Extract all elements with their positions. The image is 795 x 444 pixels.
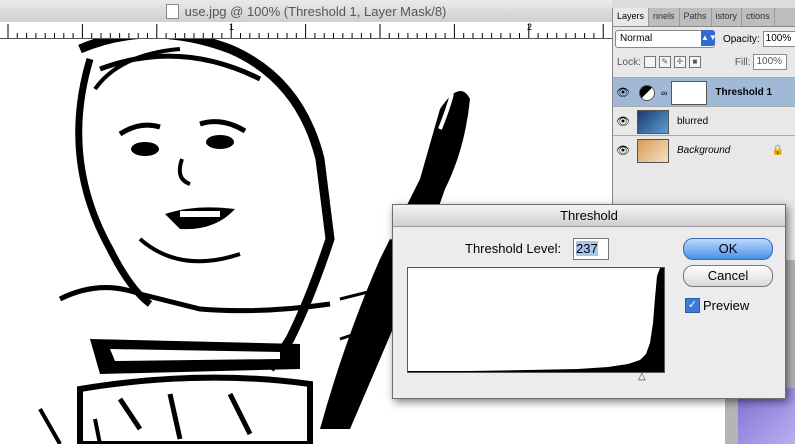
lock-icon: 🔒 (771, 145, 784, 156)
layer-row-blurred[interactable]: 👁 blurred (613, 106, 795, 136)
link-chain-icon[interactable]: ∞ (661, 88, 667, 98)
layer-thumbnail (637, 109, 669, 134)
ok-button[interactable]: OK (683, 238, 773, 260)
document-title-bar[interactable]: use.jpg @ 100% (Threshold 1, Layer Mask/… (0, 0, 612, 23)
select-arrows-icon: ▲▼ (700, 30, 717, 46)
document-title: use.jpg @ 100% (Threshold 1, Layer Mask/… (184, 3, 447, 19)
layer-name: blurred (677, 116, 709, 127)
horizontal-ruler: 1 2 (0, 22, 612, 39)
lock-all-icon[interactable]: ■ (688, 56, 701, 68)
histogram-graph (408, 268, 664, 372)
preview-label: Preview (703, 298, 750, 313)
threshold-slider-icon[interactable]: △ (638, 371, 646, 382)
threshold-dialog: Threshold Threshold Level: 237 △ OK Canc… (392, 204, 786, 399)
opacity-label: Opacity: (722, 33, 760, 45)
ruler-label-1: 1 (229, 22, 235, 32)
cancel-button[interactable]: Cancel (683, 265, 773, 287)
layer-name: Threshold 1 (715, 87, 773, 98)
tab-layers[interactable]: Layers (613, 8, 650, 26)
ruler-label-2: 2 (527, 22, 533, 32)
blend-mode-value: Normal (620, 33, 653, 44)
fill-input[interactable]: 100% (753, 54, 788, 70)
tab-paths[interactable]: Paths (680, 8, 712, 26)
layer-thumbnail (637, 138, 669, 163)
lock-row: Lock: ✎ ✛ ■ Fill: 100% (613, 51, 795, 73)
adjustment-layer-icon (639, 84, 655, 101)
panel-tabs: Layers nnels Paths istory ctions (613, 8, 795, 27)
ruler-ticks (7, 24, 604, 38)
lock-brush-icon[interactable]: ✎ (658, 56, 671, 68)
blend-mode-select[interactable]: Normal ▲▼ (615, 30, 717, 48)
layer-name: Background (677, 145, 731, 156)
layer-row-threshold[interactable]: 👁 ∞ Threshold 1 (613, 77, 795, 107)
histogram[interactable] (407, 267, 665, 373)
threshold-level-input[interactable]: 237 (573, 238, 609, 260)
fill-label: Fill: (734, 56, 751, 68)
tab-history[interactable]: istory (712, 8, 743, 26)
file-icon (165, 3, 179, 19)
threshold-level-value: 237 (576, 241, 598, 256)
visibility-eye-icon[interactable]: 👁 (613, 144, 633, 157)
tab-channels[interactable]: nnels (649, 8, 680, 26)
tab-actions[interactable]: ctions (742, 8, 775, 26)
visibility-eye-icon[interactable]: 👁 (613, 86, 633, 99)
opacity-input[interactable]: 100% (762, 31, 795, 47)
dialog-title: Threshold (393, 205, 785, 227)
lock-label: Lock: (617, 56, 641, 68)
lock-transparent-icon[interactable] (643, 56, 656, 68)
visibility-eye-icon[interactable]: 👁 (613, 115, 633, 128)
threshold-level-label: Threshold Level: (465, 241, 562, 256)
layer-row-background[interactable]: 👁 Background 🔒 (613, 135, 795, 165)
blend-row: Normal ▲▼ Opacity: 100% (613, 27, 795, 51)
lock-move-icon[interactable]: ✛ (673, 56, 686, 68)
preview-checkbox[interactable]: ✓ (685, 298, 700, 313)
layer-mask-thumbnail[interactable] (671, 80, 708, 105)
